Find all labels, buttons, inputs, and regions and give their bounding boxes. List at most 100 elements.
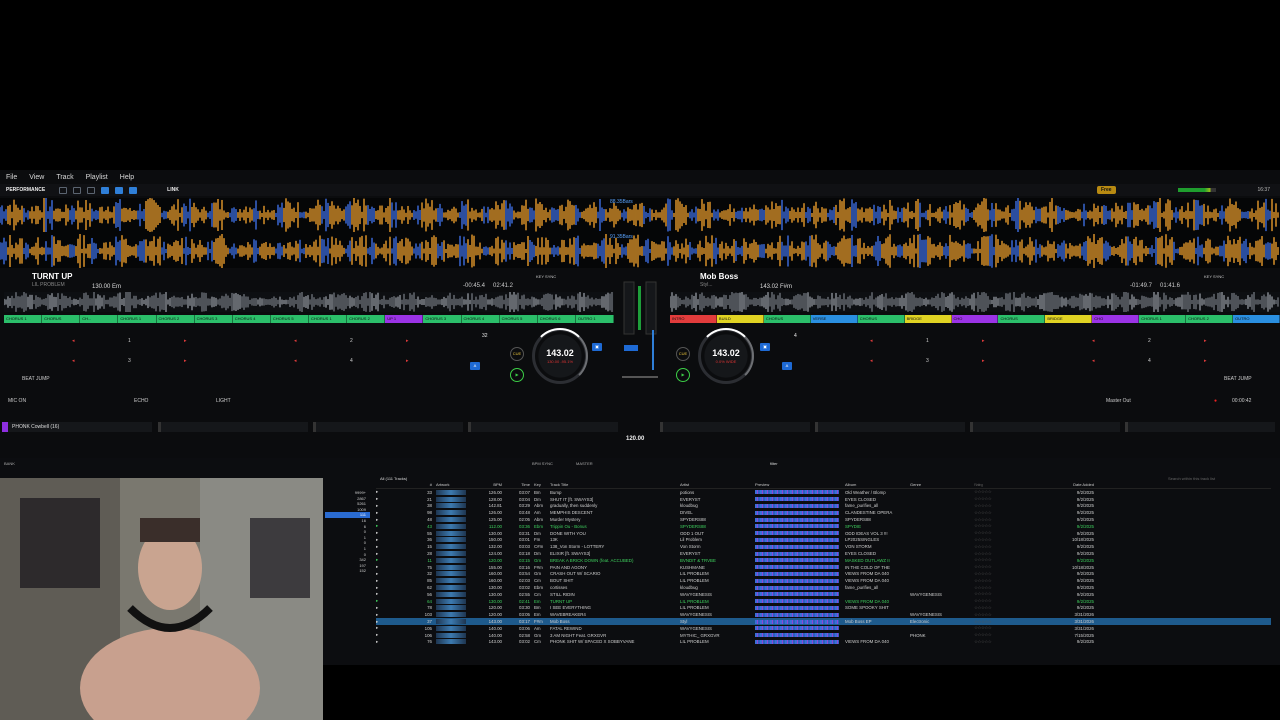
deck1-jog-display[interactable]: 143.02 130.00 -95.1% [532, 328, 588, 384]
table-row[interactable]: ▸ 106 140.00 02:58 Gm 3 AM NIGHT Feat. GRXGVR… [376, 632, 1271, 639]
deck2-phrase-bar[interactable]: INTRO BUILD CHORUS VERSE CHORUS BRIDGE CHO CHOR… [670, 315, 1280, 323]
sampler-slot[interactable] [158, 422, 308, 432]
link-button[interactable]: LINK [167, 187, 179, 193]
table-row[interactable]: ▸ 32 160.00 03:54 Gm CRASH OUT W/ SCARIO LIL P… [376, 571, 1271, 578]
light-select[interactable]: LIGHT [216, 398, 231, 404]
deck2-auto-button[interactable]: A [782, 362, 792, 370]
phrase-segment[interactable]: BRIDGE [904, 315, 952, 323]
phrase-segment[interactable]: CHORUS 1 [4, 315, 43, 323]
table-row[interactable]: ▸ 28 124.00 03:18 Dm ELIXIR [ft. SWAYS3] EVERY… [376, 550, 1271, 557]
table-row[interactable]: ▸ 33 126.00 03:07 Bm Bump potions Old Weather /… [376, 489, 1271, 496]
pad-1[interactable]: 1 [926, 338, 929, 344]
table-row[interactable]: ▸ 11 120.00 03:15 Gm BREAK A BRICK DOWN (feat… [376, 557, 1271, 564]
phrase-segment[interactable]: BUILD [716, 315, 764, 323]
two-deck-icon[interactable] [101, 186, 110, 194]
phrase-segment[interactable]: CHORUS [763, 315, 811, 323]
table-row[interactable]: ▸ 85 160.00 02:03 Cm BOUT SHIT LIL PROBLEM VIEW… [376, 577, 1271, 584]
pad-1[interactable]: 1 [128, 338, 131, 344]
sampler-slot[interactable] [313, 422, 463, 432]
master-out-select[interactable]: Master Out [1106, 398, 1131, 404]
table-row[interactable]: ▸ 75 155.00 03:16 F#m PAIN AND AGONY KUSHMANE I… [376, 564, 1271, 571]
column-header[interactable]: Artwork [436, 482, 472, 488]
table-row[interactable]: ▸ 38 142.81 03:29 Abm gradually, then suddenl… [376, 503, 1271, 510]
sampler-slot[interactable] [970, 422, 1120, 432]
sampler-slot[interactable] [1125, 422, 1275, 432]
phrase-segment[interactable]: CHO [951, 315, 999, 323]
deck2-cue-button[interactable]: CUE [676, 347, 690, 361]
phrase-segment[interactable]: CHORUS 2 [1186, 315, 1234, 323]
menu-file[interactable]: File [6, 174, 17, 181]
menu-help[interactable]: Help [120, 174, 134, 181]
pad-2[interactable]: 2 [1148, 338, 1151, 344]
deck2-loop-length[interactable]: 4 [794, 333, 797, 339]
phrase-segment[interactable]: CHORUS 2 [156, 315, 195, 323]
table-row[interactable]: ▸ 98 126.00 03:48 Am MEMPHIS DESCENT DIVEL CLAN… [376, 509, 1271, 516]
phrase-segment[interactable]: CHORUS 6 [537, 315, 576, 323]
mode-selector[interactable]: PERFORMANCE [6, 187, 45, 193]
deck1-beat-jump[interactable]: BEAT JUMP [22, 376, 50, 382]
filter-button[interactable]: filter [770, 461, 778, 466]
deck2-sync-button[interactable]: ▣ [760, 343, 770, 351]
pad-2[interactable]: 2 [350, 338, 353, 344]
column-header[interactable]: Track Title [550, 482, 680, 488]
phrase-segment[interactable]: CHORUS [42, 315, 81, 323]
phrase-segment[interactable]: CHORUS 1 [118, 315, 157, 323]
phrase-segment[interactable]: BRIDGE [1045, 315, 1093, 323]
deck1-phrase-bar[interactable]: CHORUS 1 CHORUS CH... CHORUS 1 CHORUS 2 CHORU… [4, 315, 614, 323]
phrase-segment[interactable]: VERSE [810, 315, 858, 323]
plan-badge[interactable]: Free [1097, 186, 1116, 194]
table-row[interactable]: ▸ 103 120.00 03:05 Em WAVEBREAKER4 WAVYGENESIS… [376, 611, 1271, 618]
table-row[interactable]: ▸ 48 125.00 02:05 Abm Murder Mystery SPYDERS88… [376, 516, 1271, 523]
table-row[interactable]: ▸ 37 143.00 03:17 F#m Mob Boss Styl Mob Boss EP… [376, 618, 1271, 625]
grid-icon[interactable] [73, 186, 82, 194]
column-header[interactable]: Preview [755, 482, 845, 488]
table-row[interactable]: ▸ 76 143.00 03:02 Cm PHONK SHIT W/ SPACED X S… [376, 639, 1271, 646]
mixer-channel-strips[interactable] [612, 270, 668, 390]
column-header[interactable]: Key [530, 482, 550, 488]
column-header[interactable]: Date Added [1034, 482, 1094, 488]
phrase-segment[interactable]: CHORUS 2 [347, 315, 386, 323]
deck2-play-button[interactable]: ▶ [676, 368, 690, 382]
sampler-slot[interactable] [815, 422, 965, 432]
deck2-enlarged-waveform[interactable] [0, 234, 1280, 268]
mic-toggle[interactable]: MIC ON [8, 398, 26, 404]
deck2-jog-display[interactable]: 143.02 0.0% WIDE [698, 328, 754, 384]
phrase-segment[interactable]: CH... [80, 315, 119, 323]
table-row[interactable]: ▸ 62 130.00 03:02 Ebm cortisses kloudbug fame_p… [376, 584, 1271, 591]
pad-3[interactable]: 3 [926, 358, 929, 364]
tree-item[interactable]: 152 [325, 568, 370, 574]
table-row[interactable]: ▸ 55 130.00 03:31 Dm DONE WITH YOU ODD 1 OUT OD… [376, 530, 1271, 537]
sampler-view-icon[interactable] [129, 186, 138, 194]
sampler-slot[interactable] [468, 422, 618, 432]
deck1-key-sync[interactable]: KEY SYNC [536, 274, 556, 279]
deck1-enlarged-waveform[interactable] [0, 198, 1280, 232]
record-icon[interactable]: ● [1214, 398, 1217, 404]
column-header[interactable]: Artist [680, 482, 755, 488]
phrase-segment[interactable]: CHORUS 4 [232, 315, 271, 323]
phrase-segment[interactable]: CHORUS [857, 315, 905, 323]
column-header[interactable]: # [396, 482, 436, 488]
table-row[interactable]: ▸ 64 130.00 02:41 Em TURNT UP LIL PROBLEM VIEWS… [376, 598, 1271, 605]
sampler-slot-1[interactable]: PHONK Cowbell (16) [2, 422, 152, 432]
table-row[interactable]: ▸ 105 140.00 03:06 Am FATAL REWIND WAVYGENESIS… [376, 625, 1271, 632]
master-toggle[interactable]: MASTER [576, 461, 593, 466]
deck2-overview-waveform[interactable] [669, 290, 1280, 314]
phrase-segment[interactable]: CHO [1092, 315, 1140, 323]
table-row[interactable]: ▸ 78 120.00 03:30 Bm I SEE EVERYTHING LIL PROB… [376, 605, 1271, 612]
deck1-overview-waveform[interactable] [3, 290, 614, 314]
phrase-segment[interactable]: CHORUS 4 [461, 315, 500, 323]
fx-echo-select[interactable]: ECHO [134, 398, 148, 404]
search-input[interactable]: Search within this track list [1168, 476, 1215, 481]
menu-playlist[interactable]: Playlist [86, 174, 108, 181]
browse-icon[interactable] [87, 186, 96, 194]
deck1-play-button[interactable]: ▶ [510, 368, 524, 382]
table-row[interactable]: ▸ 36 150.00 03:01 Fm 13K Lil Problem LP2025SING… [376, 537, 1271, 544]
menu-track[interactable]: Track [56, 174, 73, 181]
phrase-segment[interactable]: CHORUS 1 [309, 315, 348, 323]
table-row[interactable]: ▸ 21 128.00 03:04 Dm SHUT IT [ft. SWAYS3] EVER… [376, 496, 1271, 503]
column-header[interactable]: Album [845, 482, 910, 488]
sampler-slot[interactable] [660, 422, 810, 432]
pad-3[interactable]: 3 [128, 358, 131, 364]
phrase-segment[interactable]: CHORUS 3 [423, 315, 462, 323]
menu-view[interactable]: View [29, 174, 44, 181]
